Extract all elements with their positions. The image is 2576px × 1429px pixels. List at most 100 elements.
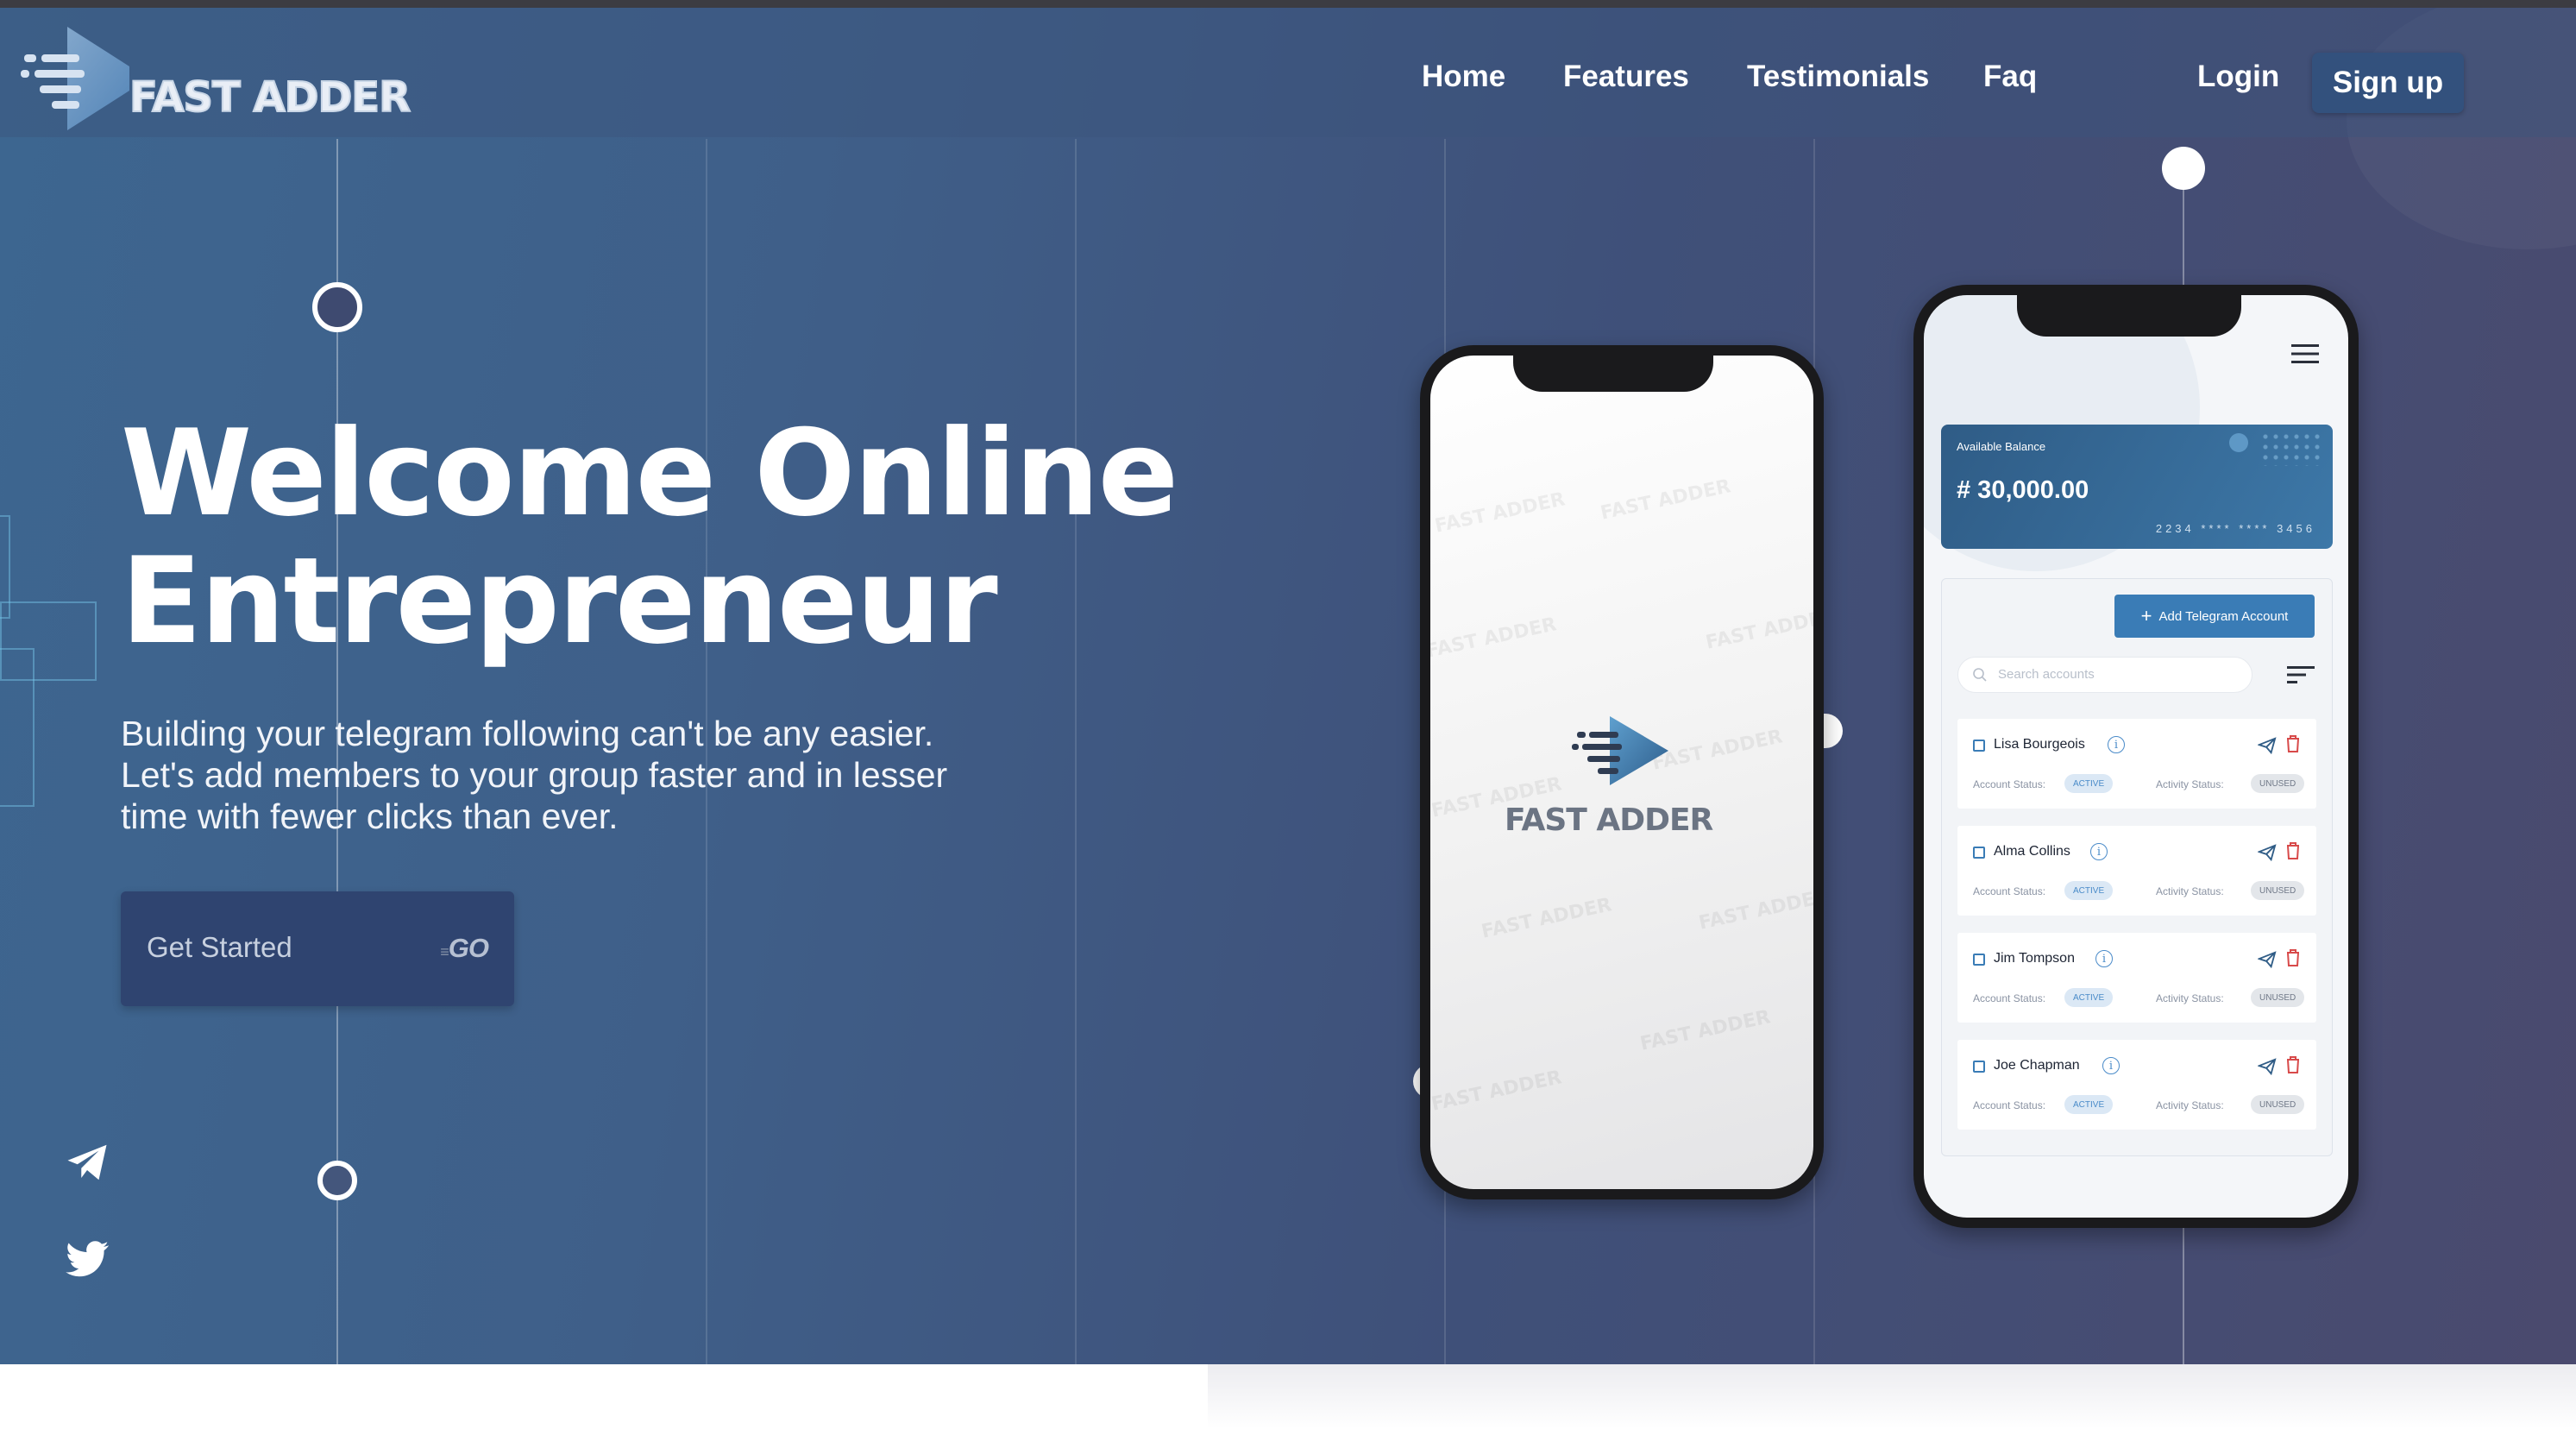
get-started-label: Get Started [147, 931, 292, 963]
subtext-line: time with fewer clicks than ever. [121, 796, 619, 836]
watermark-text: FAST ADDER [1697, 885, 1824, 935]
account-status-label: Account Status: [1973, 778, 2046, 790]
splash-brand-name: FAST ADDER [1505, 803, 1713, 838]
add-account-label: Add Telegram Account [2158, 608, 2289, 624]
login-link[interactable]: Login [2197, 60, 2279, 94]
balance-amount: # 30,000.00 [1957, 476, 2089, 504]
subtext-line: Let's add members to your group faster a… [121, 755, 948, 795]
activity-status-label: Activity Status: [2156, 1099, 2224, 1111]
watermark-text: FAST ADDER [1424, 614, 1559, 663]
account-status-label: Account Status: [1973, 1099, 2046, 1111]
watermark-text: FAST ADDER [1480, 894, 1614, 943]
phone-notch [1513, 356, 1713, 392]
activity-status-badge: UNUSED [2251, 774, 2305, 793]
account-name: Jim Tompson [1994, 951, 2075, 966]
activity-status-label: Activity Status: [2156, 885, 2224, 897]
account-status-badge: ACTIVE [2064, 988, 2114, 1007]
nav-home[interactable]: Home [1422, 60, 1505, 94]
account-row[interactable]: Joe Chapman i Account Status: ACTIVE Act… [1957, 1040, 2316, 1130]
search-placeholder: Search accounts [1998, 667, 2095, 682]
send-icon[interactable] [2258, 843, 2277, 862]
row-checkbox[interactable] [1973, 954, 1985, 966]
account-row[interactable]: Jim Tompson i Account Status: ACTIVE Act… [1957, 933, 2316, 1023]
splash-logo-icon [1572, 716, 1668, 785]
search-icon [1973, 668, 1987, 682]
send-icon[interactable] [2258, 950, 2277, 969]
activity-status-label: Activity Status: [2156, 778, 2224, 790]
timeline-dot-bottom [317, 1161, 357, 1200]
logo-play-icon [21, 27, 129, 130]
info-icon[interactable]: i [2102, 1057, 2120, 1074]
delete-icon[interactable] [2285, 734, 2301, 753]
nav-features[interactable]: Features [1563, 60, 1689, 94]
row-checkbox[interactable] [1973, 1061, 1985, 1073]
twitter-icon[interactable] [64, 1236, 110, 1282]
watermark-text: FAST ADDER [1638, 1006, 1773, 1055]
watermark-text: FAST ADDER [1704, 605, 1824, 654]
brand-name: FAST ADDER [129, 72, 412, 123]
site-header: FAST ADDER Home Features Testimonials Fa… [0, 8, 2576, 137]
timeline-dot-right [2162, 147, 2205, 190]
circuit-decoration [0, 648, 35, 807]
accounts-panel: + Add Telegram Account Search accounts L… [1941, 578, 2333, 1156]
card-pattern-icon [2260, 431, 2321, 466]
hero-subtext: Building your telegram following can't b… [121, 713, 1070, 837]
hero-headline: Welcome Online Entrepreneur [121, 410, 1242, 665]
headline-line: Entrepreneur [121, 532, 998, 670]
info-icon[interactable]: i [2108, 736, 2125, 753]
hamburger-menu-icon[interactable] [2291, 343, 2319, 364]
card-chip-icon [2229, 433, 2248, 452]
nav-faq[interactable]: Faq [1983, 60, 2037, 94]
row-checkbox[interactable] [1973, 740, 1985, 752]
watermark-text: FAST ADDER [1599, 475, 1733, 525]
account-name: Alma Collins [1994, 844, 2070, 859]
brand-logo[interactable]: FAST ADDER [17, 23, 431, 153]
add-telegram-account-button[interactable]: + Add Telegram Account [2114, 595, 2315, 638]
activity-status-badge: UNUSED [2251, 881, 2305, 900]
go-badge-icon: ≡GO [440, 933, 489, 963]
account-status-badge: ACTIVE [2064, 881, 2114, 900]
send-icon[interactable] [2258, 736, 2277, 755]
signup-button[interactable]: Sign up [2312, 53, 2464, 113]
plus-icon: + [2140, 605, 2152, 626]
search-accounts-input[interactable]: Search accounts [1957, 657, 2252, 693]
telegram-icon[interactable] [64, 1139, 110, 1186]
browser-top-edge [0, 0, 2576, 8]
nav-testimonials[interactable]: Testimonials [1747, 60, 1929, 94]
subtext-line: Building your telegram following can't b… [121, 714, 934, 753]
delete-icon[interactable] [2285, 1055, 2301, 1074]
go-badge-text: GO [448, 933, 489, 963]
info-icon[interactable]: i [2095, 950, 2113, 967]
account-row[interactable]: Lisa Bourgeois i Account Status: ACTIVE … [1957, 719, 2316, 809]
delete-icon[interactable] [2285, 948, 2301, 967]
phone-mockup-splash: FAST ADDER FAST ADDER FAST ADDER FAST AD… [1420, 345, 1824, 1199]
timeline-dot-top [312, 282, 362, 332]
headline-line: Welcome Online [121, 404, 1178, 543]
account-status-label: Account Status: [1973, 992, 2046, 1004]
phone-mockup-dashboard: Available Balance # 30,000.00 2234 **** … [1913, 285, 2359, 1228]
account-row[interactable]: Alma Collins i Account Status: ACTIVE Ac… [1957, 826, 2316, 916]
grid-line [1075, 139, 1077, 1364]
activity-status-badge: UNUSED [2251, 988, 2305, 1007]
account-name: Lisa Bourgeois [1994, 737, 2085, 752]
delete-icon[interactable] [2285, 841, 2301, 860]
info-icon[interactable]: i [2090, 843, 2108, 860]
get-started-button[interactable]: Get Started ≡GO [121, 891, 514, 1006]
activity-status-badge: UNUSED [2251, 1095, 2305, 1114]
send-icon[interactable] [2258, 1057, 2277, 1076]
account-status-badge: ACTIVE [2064, 1095, 2114, 1114]
timeline-dot-partial [1824, 714, 1843, 748]
card-number: 2234 **** **** 3456 [2155, 522, 2315, 535]
account-status-badge: ACTIVE [2064, 774, 2114, 793]
phone-notch [2017, 295, 2241, 337]
account-status-label: Account Status: [1973, 885, 2046, 897]
balance-label: Available Balance [1957, 440, 2046, 453]
balance-card: Available Balance # 30,000.00 2234 **** … [1941, 425, 2333, 549]
activity-status-label: Activity Status: [2156, 992, 2224, 1004]
watermark-text: FAST ADDER [1429, 1067, 1564, 1116]
section-divider-shadow [1208, 1364, 2576, 1429]
account-name: Joe Chapman [1994, 1058, 2080, 1073]
filter-sort-icon[interactable] [2287, 665, 2315, 684]
watermark-text: FAST ADDER [1433, 488, 1568, 538]
row-checkbox[interactable] [1973, 847, 1985, 859]
